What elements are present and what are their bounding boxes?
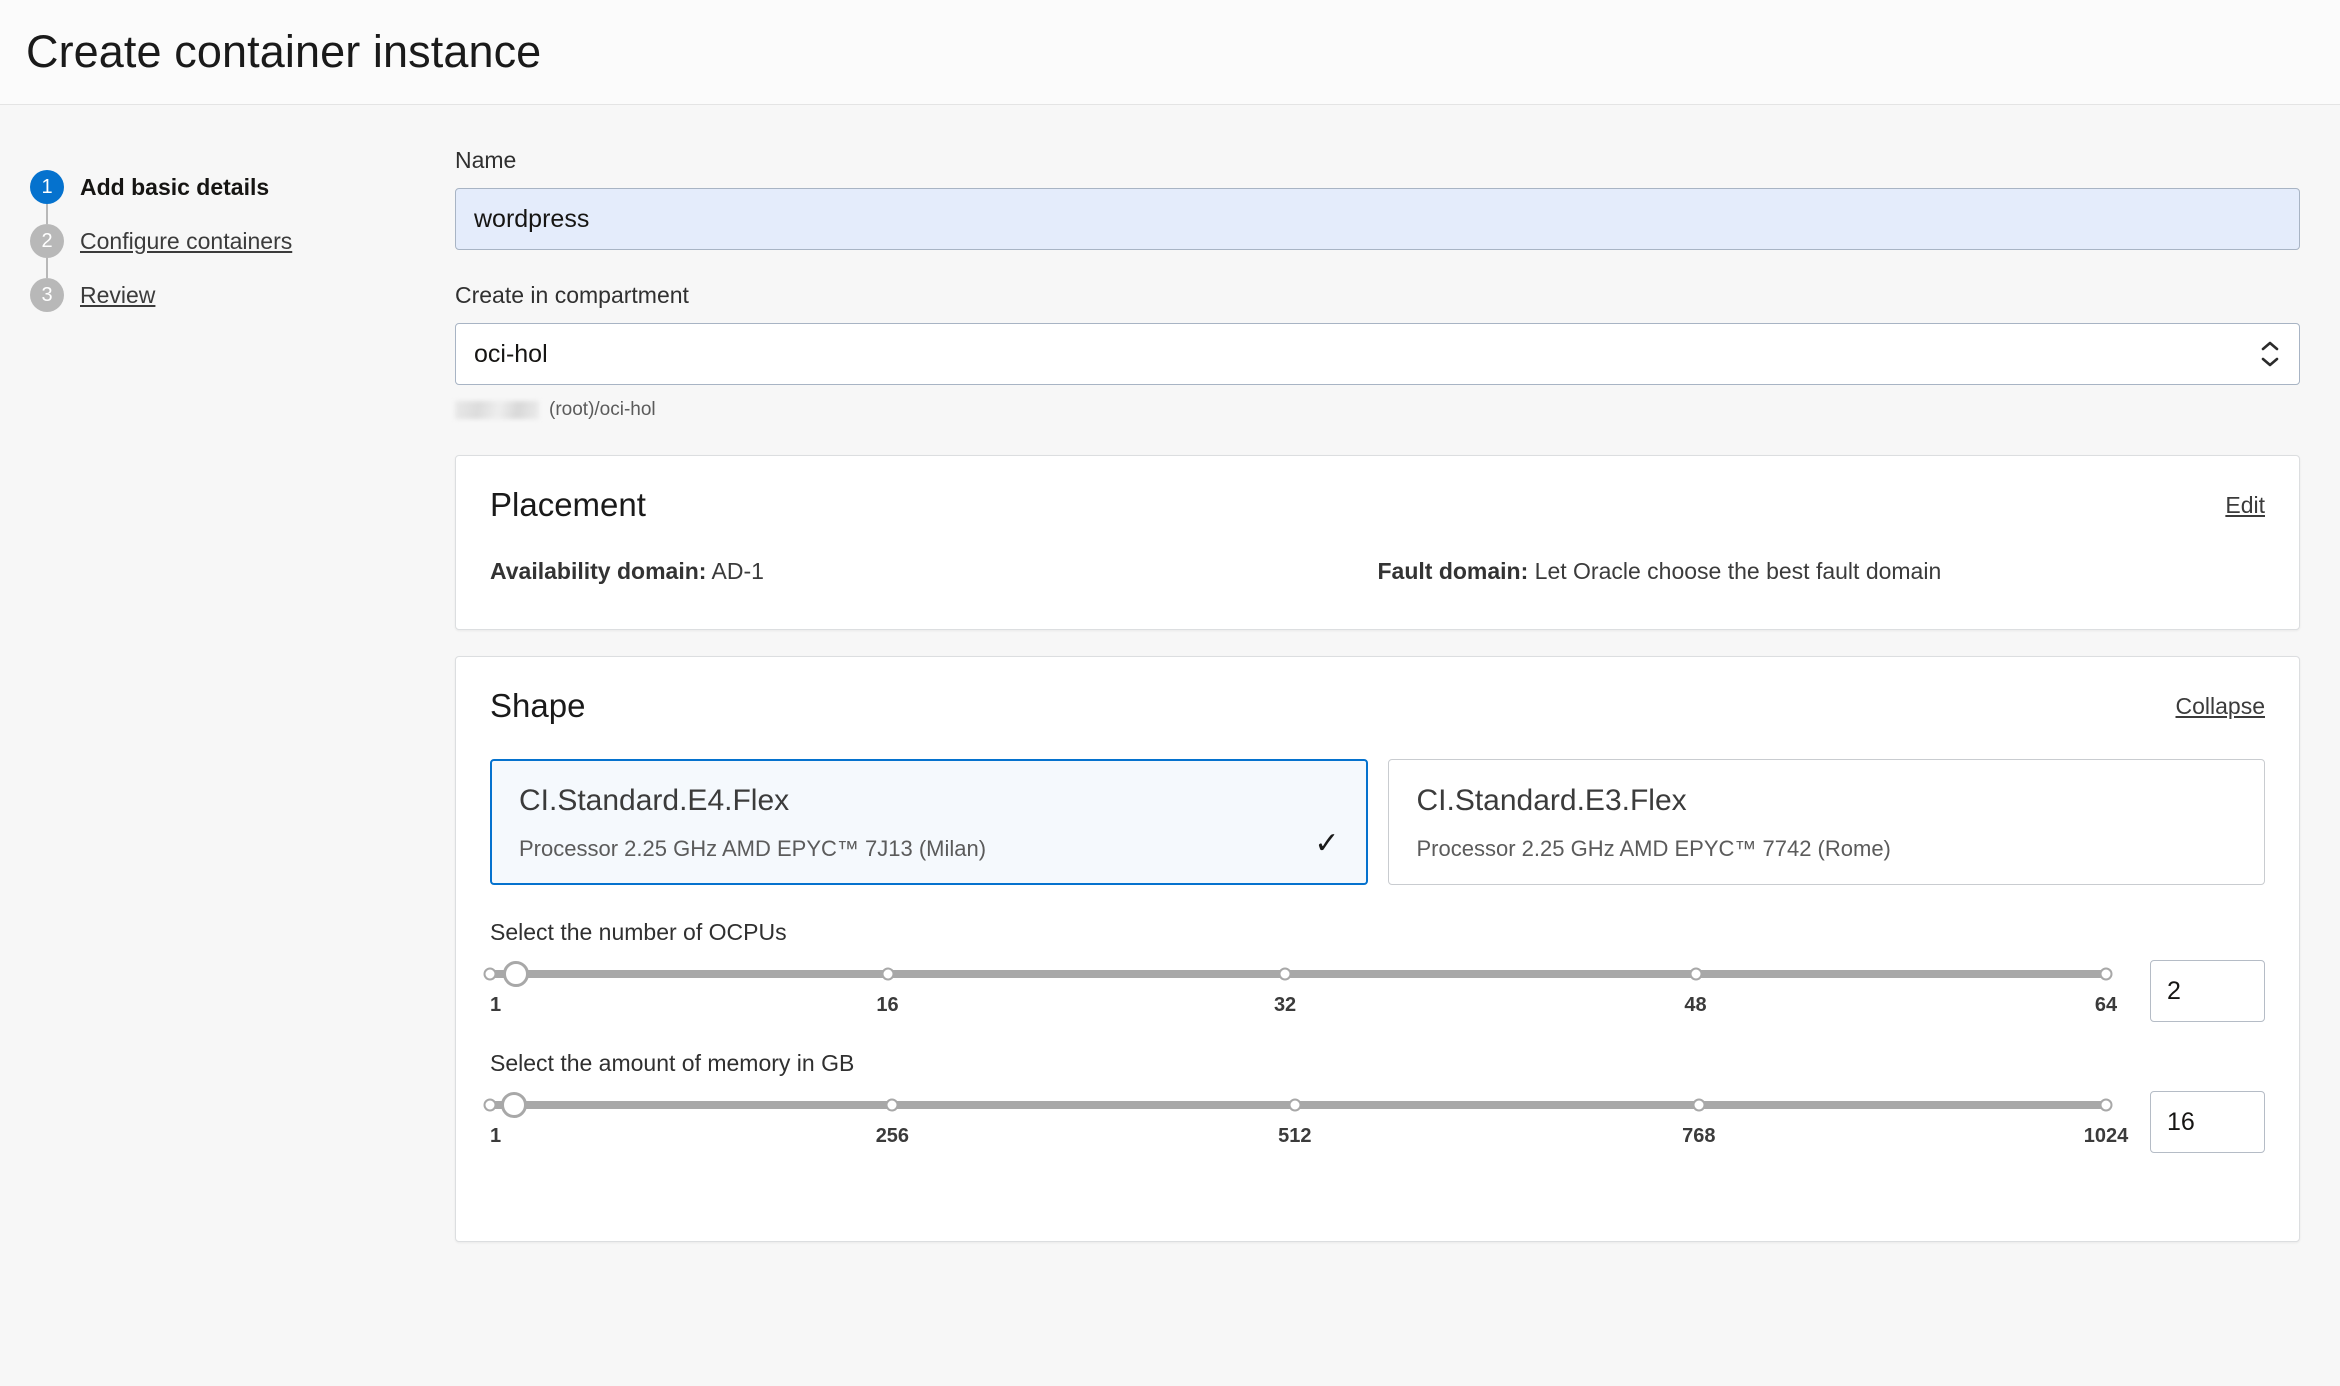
ocpu-slider-tick-label: 48	[1684, 994, 1707, 1016]
availability-domain-item: Availability domain: AD-1	[490, 558, 1378, 585]
availability-domain-value: AD-1	[711, 558, 764, 584]
ocpu-slider-tick-label: 64	[2094, 994, 2118, 1016]
ocpu-slider-tick	[483, 967, 497, 981]
shape-card-description: Processor 2.25 GHz AMD EPYC™ 7J13 (Milan…	[519, 836, 987, 861]
ocpu-slider-row: 1 16 32 48 64	[483, 960, 2265, 1024]
ocpu-tick-labels: 1 16 32 48 64	[490, 994, 2117, 1024]
placement-body: Availability domain: AD-1 Fault domain: …	[456, 524, 2299, 629]
compartment-label: Create in compartment	[455, 282, 689, 308]
placement-panel: Placement Edit Availability domain: AD-1…	[455, 455, 2300, 630]
step-number-2: 2	[30, 224, 64, 258]
ocpu-slider-group: Select the number of OCPUs 1 16 32 48 64	[483, 919, 2265, 1024]
shape-title: Shape	[490, 687, 586, 724]
memory-slider-tick-label: 1	[490, 1125, 502, 1147]
shape-card-e4-flex[interactable]: CI.Standard.E4.Flex Processor 2.25 GHz A…	[490, 759, 1368, 885]
ocpu-slider-tick	[1689, 967, 1703, 981]
step-connector	[46, 258, 48, 278]
ocpu-slider-tick	[881, 967, 895, 981]
memory-value-input[interactable]	[2150, 1091, 2265, 1153]
memory-slider-tick	[1288, 1098, 1302, 1112]
memory-slider-handle[interactable]	[500, 1092, 527, 1118]
memory-slider-tick	[2099, 1098, 2113, 1112]
memory-slider-label: Select the amount of memory in GB	[490, 1050, 855, 1076]
memory-slider-tick-label: 1024	[2083, 1125, 2129, 1147]
ocpu-slider-label: Select the number of OCPUs	[490, 919, 787, 945]
shape-panel-header: Shape Collapse	[456, 657, 2299, 725]
shape-card-list: CI.Standard.E4.Flex Processor 2.25 GHz A…	[490, 759, 2265, 885]
availability-domain-label: Availability domain:	[490, 558, 707, 584]
memory-slider-area: 1 256 512 768 1024	[483, 1091, 2128, 1155]
fault-domain-value: Let Oracle choose the best fault domain	[1534, 558, 1942, 584]
step-add-basic-details[interactable]: 1 Add basic details	[0, 160, 455, 224]
memory-slider-tick-label: 512	[1278, 1125, 1312, 1147]
ocpu-slider-tick-label: 16	[876, 994, 899, 1016]
page-title: Create container instance	[26, 26, 542, 77]
shape-panel: Shape Collapse CI.Standard.E4.Flex Proce…	[455, 656, 2300, 1242]
memory-slider-tick	[483, 1098, 497, 1112]
compartment-path-text: (root)/oci-hol	[549, 399, 656, 420]
placement-title: Placement	[490, 486, 646, 523]
shape-card-name: CI.Standard.E4.Flex	[519, 784, 790, 817]
shape-card-name: CI.Standard.E3.Flex	[1416, 784, 1687, 817]
step-configure-containers[interactable]: 2 Configure containers	[0, 214, 455, 278]
name-input[interactable]	[455, 188, 2300, 250]
fault-domain-item: Fault domain: Let Oracle choose the best…	[1378, 558, 2266, 585]
shape-collapse-link[interactable]: Collapse	[2176, 693, 2266, 720]
check-icon: ✓	[1314, 827, 1340, 860]
shape-card-e3-flex[interactable]: CI.Standard.E3.Flex Processor 2.25 GHz A…	[1387, 759, 2265, 885]
memory-slider-track[interactable]	[483, 1092, 2113, 1118]
redacted-tenancy-name	[455, 401, 539, 419]
name-field-block: Name	[455, 147, 2300, 250]
memory-slider-row: 1 256 512 768 1024	[483, 1091, 2265, 1155]
compartment-path-row: (root)/oci-hol	[455, 397, 2300, 423]
step-label-review[interactable]: Review	[80, 282, 155, 309]
ocpu-slider-handle[interactable]	[502, 961, 529, 987]
memory-slider-tick-label: 768	[1682, 1125, 1716, 1147]
step-number-1: 1	[30, 170, 64, 204]
ocpu-value-input[interactable]	[2150, 960, 2265, 1022]
ocpu-slider-tick	[2099, 967, 2113, 981]
compartment-select[interactable]	[455, 323, 2300, 385]
memory-slider-group: Select the amount of memory in GB 1 256 51…	[483, 1050, 2265, 1155]
placement-edit-link[interactable]: Edit	[2225, 492, 2265, 519]
placement-panel-header: Placement Edit	[456, 456, 2299, 524]
ocpu-slider-track[interactable]	[483, 961, 2113, 987]
memory-slider-tick	[1692, 1098, 1706, 1112]
step-number-3: 3	[30, 278, 64, 312]
memory-slider-tick-label: 256	[875, 1125, 910, 1147]
ocpu-slider-tick-label: 32	[1273, 994, 1297, 1016]
wizard-stepper: 1 Add basic details 2 Configure containe…	[0, 105, 455, 322]
step-review[interactable]: 3 Review	[0, 268, 455, 322]
ocpu-slider-tick-label: 1	[490, 994, 502, 1016]
page-body: 1 Add basic details 2 Configure containe…	[0, 105, 2340, 1385]
ocpu-slider-area: 1 16 32 48 64	[483, 960, 2117, 1024]
shape-body: CI.Standard.E4.Flex Processor 2.25 GHz A…	[456, 725, 2299, 1241]
fault-domain-label: Fault domain:	[1377, 558, 1529, 584]
shape-card-description: Processor 2.25 GHz AMD EPYC™ 7742 (Rome)	[1416, 836, 1891, 861]
step-label-add-basic-details: Add basic details	[80, 173, 270, 200]
memory-tick-labels: 1 256 512 768 1024	[490, 1125, 2128, 1155]
step-label-configure-containers[interactable]: Configure containers	[80, 228, 292, 255]
memory-slider-tick	[885, 1098, 899, 1112]
ocpu-slider-tick	[1278, 967, 1292, 981]
compartment-field-block: Create in compartment (root)/oci-hol	[455, 282, 2300, 423]
step-connector	[46, 204, 48, 224]
compartment-select-wrap	[455, 323, 2300, 385]
name-label: Name	[455, 147, 517, 173]
page-header: Create container instance	[0, 0, 2340, 105]
form-column: Name Create in compartment (root)/oc	[455, 105, 2320, 1242]
